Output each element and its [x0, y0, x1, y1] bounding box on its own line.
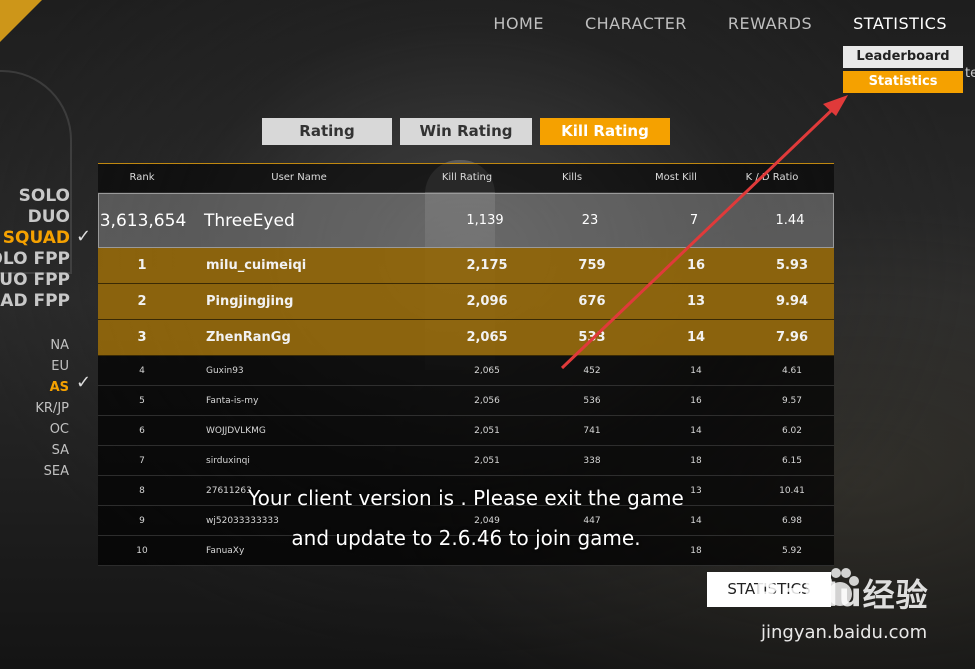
red-arrow-annotation — [560, 95, 848, 370]
arrow-shaft — [560, 105, 837, 370]
